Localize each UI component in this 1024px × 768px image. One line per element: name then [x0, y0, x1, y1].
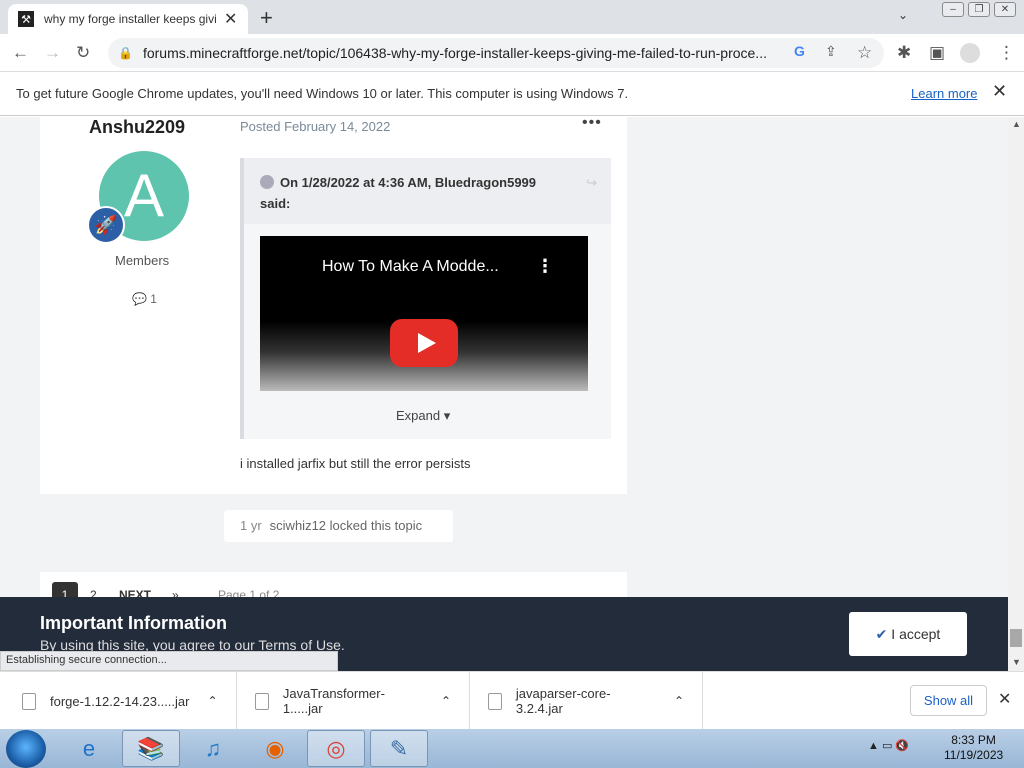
- scroll-down-icon[interactable]: ▼: [1012, 657, 1021, 667]
- page-content: Anshu2209 Posted February 14, 2022 ••• A…: [0, 117, 1008, 671]
- url-text: forums.minecraftforge.net/topic/106438-w…: [142, 45, 767, 61]
- google-icon[interactable]: G: [794, 43, 805, 59]
- check-icon: ✔: [875, 626, 888, 642]
- windows-taskbar: e 📚 ♫ ◉ ◎ ✎ ▲ ▭ 🔇 8:33 PM 11/19/2023: [0, 729, 1024, 768]
- system-tray-icons[interactable]: ▲ ▭ 🔇: [868, 739, 909, 752]
- quote-citation: On 1/28/2022 at 4:36 AM, Bluedragon5999: [280, 175, 537, 190]
- new-tab-icon[interactable]: +: [260, 5, 273, 31]
- address-bar[interactable]: 🔒 forums.minecraftforge.net/topic/106438…: [108, 38, 884, 68]
- download-filename: javaparser-core-3.2.4.jar: [515, 686, 611, 716]
- taskbar-clock[interactable]: 8:33 PM 11/19/2023: [944, 733, 1003, 763]
- start-button-icon[interactable]: [6, 730, 46, 768]
- scroll-up-icon[interactable]: ▲: [1012, 119, 1021, 129]
- share-icon[interactable]: ⇪: [825, 43, 837, 60]
- extensions-icon[interactable]: ✱: [897, 43, 911, 63]
- rocket-badge-icon: 🚀: [87, 206, 125, 244]
- bookmark-star-icon[interactable]: ☆: [857, 43, 872, 63]
- notepad-icon[interactable]: ✎: [370, 730, 428, 767]
- quote-collapse-icon[interactable]: [260, 175, 274, 189]
- chrome-icon[interactable]: ◎: [307, 730, 365, 767]
- comment-icon: 💬: [132, 292, 147, 306]
- post-options-icon[interactable]: •••: [582, 117, 602, 132]
- winrar-icon[interactable]: 📚: [122, 730, 180, 767]
- post-count: 💬 1: [132, 292, 157, 306]
- chevron-up-icon[interactable]: ⌃: [207, 694, 217, 708]
- firefox-icon[interactable]: ◉: [246, 730, 304, 767]
- quote-link-icon[interactable]: ↪: [586, 172, 597, 193]
- forward-icon[interactable]: →: [44, 43, 61, 63]
- infobar-close-icon[interactable]: ✕: [992, 81, 1007, 102]
- jar-file-icon: [22, 692, 36, 710]
- chevron-up-icon[interactable]: ⌃: [674, 694, 684, 708]
- post-count-value: 1: [150, 292, 157, 306]
- expand-label: Expand: [396, 408, 441, 423]
- maximize-icon[interactable]: ❐: [968, 2, 990, 17]
- chevron-up-icon[interactable]: ⌃: [441, 694, 451, 708]
- tab-title: why my forge installer keeps giving: [44, 12, 216, 26]
- caret-down-icon: ▾: [443, 408, 451, 423]
- accept-label: I accept: [891, 626, 941, 642]
- forge-favicon-icon: ⚒: [18, 11, 34, 27]
- download-bar-close-icon[interactable]: ✕: [998, 689, 1011, 709]
- jar-file-icon: [255, 692, 269, 710]
- clock-time: 8:33 PM: [951, 733, 996, 747]
- member-group: Members: [115, 253, 170, 268]
- banner-heading: Important Information: [40, 613, 227, 633]
- quote-block: On 1/28/2022 at 4:36 AM, Bluedragon5999 …: [240, 158, 611, 439]
- browser-toolbar: ← → ↻ 🔒 forums.minecraftforge.net/topic/…: [0, 34, 1024, 72]
- download-bar: forge-1.12.2-14.23.....jar ⌃ JavaTransfo…: [0, 671, 1024, 730]
- menu-icon[interactable]: ⋮: [998, 43, 1015, 63]
- download-filename: JavaTransformer-1.....jar: [282, 686, 385, 716]
- post-author[interactable]: Anshu2209: [89, 117, 185, 138]
- locked-ago: 1 yr: [240, 518, 262, 533]
- locked-text: sciwhiz12 locked this topic: [269, 518, 423, 533]
- back-icon[interactable]: ←: [12, 43, 29, 63]
- window-close-icon[interactable]: ✕: [994, 2, 1016, 17]
- quote-said: said:: [260, 196, 291, 211]
- scroll-thumb[interactable]: [1010, 629, 1022, 647]
- video-menu-icon[interactable]: ⋮: [536, 256, 554, 277]
- tab-strip: ⚒ why my forge installer keeps giving ✕ …: [0, 0, 1024, 34]
- download-item[interactable]: javaparser-core-3.2.4.jar ⌃: [470, 672, 703, 730]
- youtube-embed[interactable]: How To Make A Modde... ⋮: [260, 236, 588, 391]
- download-item[interactable]: forge-1.12.2-14.23.....jar ⌃: [0, 672, 237, 730]
- quote-header: On 1/28/2022 at 4:36 AM, Bluedragon5999 …: [244, 158, 611, 224]
- show-all-button[interactable]: Show all: [910, 685, 987, 716]
- status-bubble: Establishing secure connection...: [0, 651, 338, 671]
- clock-date: 11/19/2023: [944, 748, 1004, 762]
- window-controls: – ❐ ✕: [942, 2, 1016, 17]
- jar-file-icon: [488, 692, 502, 710]
- side-panel-icon[interactable]: ▣: [929, 43, 945, 63]
- update-infobar: To get future Google Chrome updates, you…: [0, 72, 1024, 116]
- minimize-icon[interactable]: –: [942, 2, 964, 17]
- tab-close-icon[interactable]: ✕: [224, 9, 237, 29]
- browser-tab[interactable]: ⚒ why my forge installer keeps giving ✕: [8, 4, 248, 34]
- video-title[interactable]: How To Make A Modde...: [322, 258, 499, 276]
- reload-icon[interactable]: ↻: [76, 43, 90, 63]
- accept-button[interactable]: ✔ I accept: [849, 612, 967, 656]
- infobar-message: To get future Google Chrome updates, you…: [16, 86, 629, 101]
- locked-event: 1 yr sciwhiz12 locked this topic: [224, 510, 453, 542]
- play-button-icon[interactable]: [390, 319, 458, 367]
- itunes-icon[interactable]: ♫: [184, 730, 242, 767]
- profile-avatar-icon[interactable]: [960, 43, 980, 63]
- lock-icon[interactable]: 🔒: [118, 46, 133, 60]
- post-content: i installed jarfix but still the error p…: [240, 456, 471, 471]
- post-date[interactable]: Posted February 14, 2022: [240, 119, 390, 134]
- tab-search-chevron-icon[interactable]: ⌄: [898, 8, 908, 22]
- internet-explorer-icon[interactable]: e: [60, 730, 118, 767]
- download-filename: forge-1.12.2-14.23.....jar: [50, 693, 190, 709]
- expand-button[interactable]: Expand ▾: [396, 408, 450, 424]
- download-item[interactable]: JavaTransformer-1.....jar ⌃: [237, 672, 470, 730]
- page-scrollbar[interactable]: ▲ ▼: [1008, 117, 1024, 671]
- learn-more-link[interactable]: Learn more: [911, 86, 977, 101]
